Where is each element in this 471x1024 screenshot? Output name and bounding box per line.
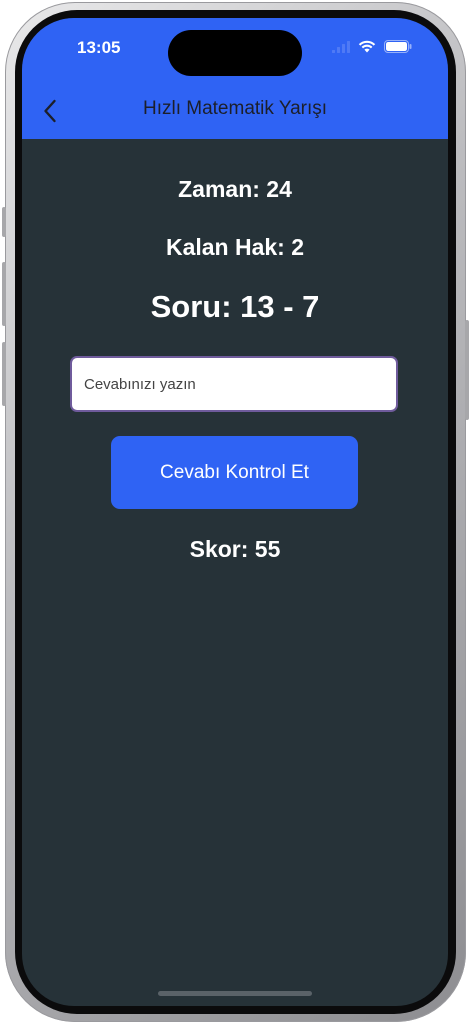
- cellular-signal-icon: [332, 40, 350, 53]
- volume-up-button: [2, 262, 6, 326]
- volume-down-button: [2, 342, 6, 406]
- app-bar: 13:05 Hızlı Matematik Yarışı: [22, 18, 448, 139]
- answer-input[interactable]: [70, 356, 398, 412]
- check-answer-button[interactable]: Cevabı Kontrol Et: [111, 436, 358, 509]
- remaining-lives-text: Kalan Hak: 2: [165, 234, 305, 260]
- app-screen: 13:05 Hızlı Matematik Yarışı Zaman: 24 K…: [22, 18, 448, 1006]
- question-text: Soru: 13 - 7: [150, 289, 320, 324]
- status-time: 13:05: [77, 38, 121, 57]
- home-indicator: [158, 991, 312, 996]
- timer-text: Zaman: 24: [178, 176, 292, 202]
- score-text: Skor: 55: [189, 536, 281, 562]
- status-icons: [332, 40, 412, 53]
- page-title: Hızlı Matematik Yarışı: [142, 98, 328, 119]
- side-button: [2, 207, 6, 237]
- wifi-icon: [358, 40, 376, 53]
- dynamic-island: [168, 30, 302, 76]
- power-button: [465, 320, 469, 420]
- battery-icon: [384, 40, 412, 53]
